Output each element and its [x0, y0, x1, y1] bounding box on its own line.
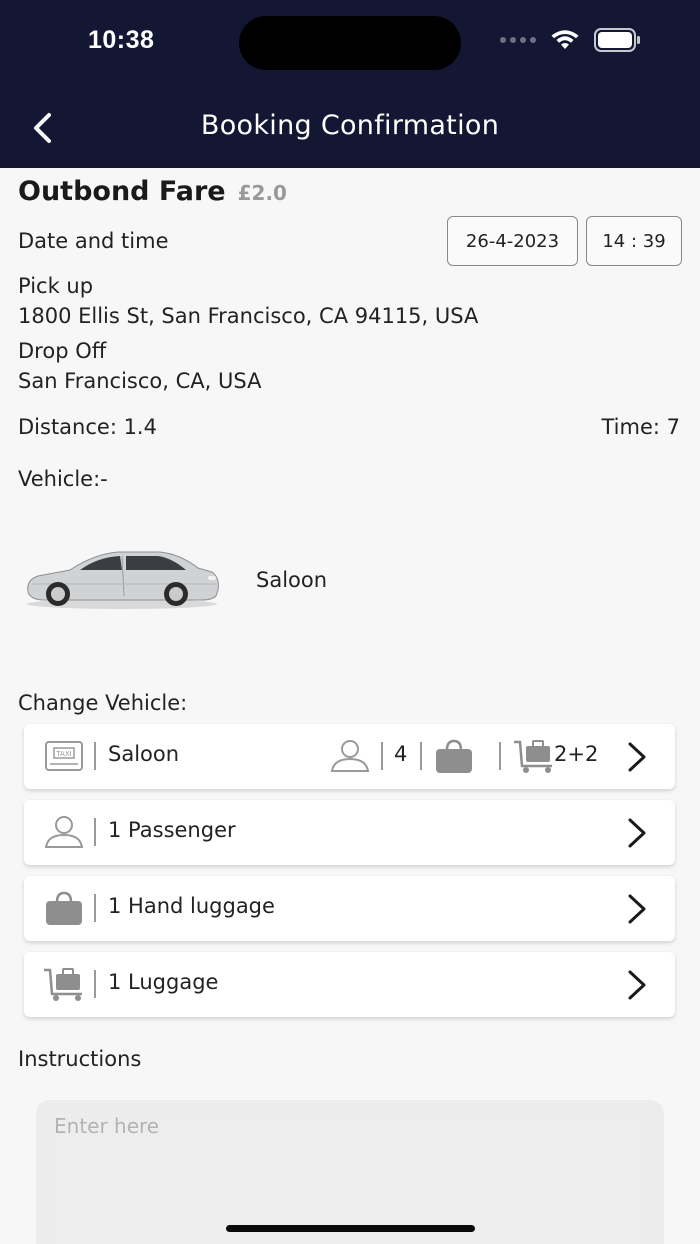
wifi-icon: [551, 30, 579, 49]
app-header: 10:38 Booking Confirmation: [0, 0, 700, 168]
separator: [94, 970, 96, 998]
pickup-address: 1800 Ellis St, San Francisco, CA 94115, …: [18, 304, 479, 328]
dynamic-island: [239, 16, 461, 70]
dropoff-label: Drop Off: [18, 339, 107, 363]
vehicle-option-name: Saloon: [108, 742, 180, 766]
fare-label: Outbond Fare: [18, 176, 226, 207]
instructions-box: [36, 1100, 664, 1244]
trip-time-text: Time: 7: [601, 415, 680, 439]
selected-vehicle-name: Saloon: [256, 568, 328, 592]
status-time: 10:38: [88, 26, 155, 54]
luggage-card[interactable]: 1 Luggage: [24, 952, 675, 1017]
separator: [94, 742, 96, 770]
hand-luggage-text: 1 Hand luggage: [108, 894, 275, 918]
distance-text: Distance: 1.4: [18, 415, 157, 439]
saloon-car-image: [27, 551, 219, 609]
hand-luggage-icon: [46, 891, 82, 925]
chevron-right-icon: [628, 742, 646, 772]
passenger-icon: [330, 740, 370, 772]
home-indicator[interactable]: [226, 1225, 475, 1232]
fare-row: Outbond Fare £2.0: [18, 176, 287, 207]
status-icons: [500, 28, 640, 52]
page-title: Booking Confirmation: [200, 110, 500, 141]
separator: [94, 894, 96, 922]
taxi-icon: TAXI: [45, 741, 83, 771]
cellular-signal-icon: [500, 37, 536, 43]
hand-luggage-icon: [436, 739, 472, 773]
instructions-label: Instructions: [18, 1047, 142, 1071]
chevron-right-icon: [628, 894, 646, 924]
luggage-capacity: 2+2: [554, 742, 599, 766]
luggage-text: 1 Luggage: [108, 970, 219, 994]
time-picker[interactable]: 14 : 39: [586, 216, 682, 266]
passenger-count-text: 1 Passenger: [108, 818, 236, 842]
date-time-label: Date and time: [18, 229, 169, 253]
passenger-icon: [44, 816, 84, 848]
change-vehicle-label: Change Vehicle:: [18, 691, 188, 715]
luggage-trolley-icon: [44, 968, 82, 1001]
passenger-capacity: 4: [394, 742, 408, 766]
vehicle-label: Vehicle:-: [18, 467, 108, 491]
vehicle-option-card[interactable]: TAXI Saloon 4 2+2: [24, 724, 675, 789]
dropoff-address: San Francisco, CA, USA: [18, 369, 262, 393]
separator: [94, 818, 96, 846]
separator: [420, 742, 422, 770]
luggage-trolley-icon: [514, 740, 552, 773]
chevron-right-icon: [628, 818, 646, 848]
fare-value: £2.0: [237, 181, 287, 205]
passenger-count-card[interactable]: 1 Passenger: [24, 800, 675, 865]
separator: [381, 742, 383, 770]
chevron-right-icon: [628, 970, 646, 1000]
separator: [499, 742, 501, 770]
date-picker[interactable]: 26-4-2023: [447, 216, 578, 266]
battery-icon: [594, 28, 640, 52]
pickup-label: Pick up: [18, 274, 94, 298]
svg-text:TAXI: TAXI: [55, 750, 71, 758]
hand-luggage-card[interactable]: 1 Hand luggage: [24, 876, 675, 941]
